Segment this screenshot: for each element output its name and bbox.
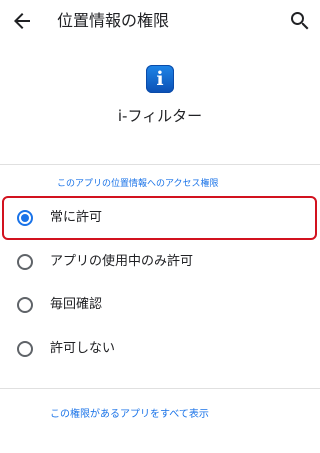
radio-button[interactable] bbox=[17, 341, 33, 357]
app-name: i-フィルター bbox=[117, 107, 203, 125]
option-deny[interactable]: 許可しない bbox=[0, 327, 320, 371]
option-always-allow[interactable]: 常に許可 bbox=[0, 196, 320, 240]
radio-button-checked[interactable] bbox=[17, 210, 33, 226]
option-label: 毎回確認 bbox=[50, 297, 103, 312]
search-icon bbox=[291, 12, 309, 30]
radio-button[interactable] bbox=[17, 254, 33, 270]
radio-button[interactable] bbox=[17, 297, 33, 313]
option-ask-every-time[interactable]: 毎回確認 bbox=[0, 283, 320, 327]
location-section-header: このアプリの位置情報へのアクセス権限 bbox=[57, 179, 219, 189]
top-app-bar: 位置情報の権限 bbox=[0, 0, 320, 44]
search-button[interactable] bbox=[288, 9, 312, 33]
radio-dot bbox=[21, 214, 29, 222]
option-allow-while-using[interactable]: アプリの使用中のみ許可 bbox=[0, 240, 320, 284]
option-label: アプリの使用中のみ許可 bbox=[50, 254, 194, 269]
divider bbox=[0, 388, 320, 389]
back-arrow-icon bbox=[14, 13, 30, 29]
app-icon-glyph: i bbox=[156, 68, 164, 90]
page-title: 位置情報の権限 bbox=[57, 11, 170, 30]
option-label: 常に許可 bbox=[50, 210, 103, 225]
see-all-apps-link[interactable]: この権限があるアプリをすべて表示 bbox=[50, 408, 209, 422]
option-label: 許可しない bbox=[50, 341, 116, 356]
app-icon: i bbox=[146, 65, 174, 93]
divider bbox=[0, 164, 320, 165]
back-button[interactable] bbox=[10, 9, 34, 33]
